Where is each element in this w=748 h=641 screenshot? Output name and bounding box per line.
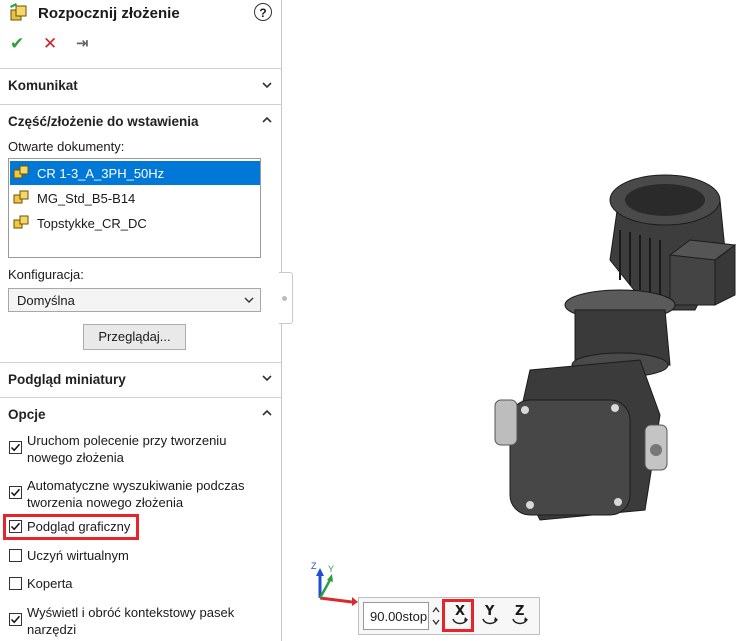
divider	[0, 397, 282, 398]
pump-head	[494, 359, 668, 521]
option-label: Podgląd graficzny	[27, 519, 131, 534]
checkmark-icon	[10, 615, 21, 624]
rotation-angle-input[interactable]: 90.00stopni	[363, 602, 429, 630]
option-label: Uruchom polecenie przy tworzeniu nowego …	[27, 433, 227, 465]
document-name: CR 1-3_A_3PH_50Hz	[37, 166, 165, 181]
document-name: MG_Std_B5-B14	[37, 191, 136, 206]
checkmark-icon	[10, 522, 21, 531]
divider	[0, 104, 282, 105]
assembly-icon	[13, 215, 29, 229]
configuration-value: Domyślna	[17, 293, 75, 308]
section-part-title[interactable]: Część/złożenie do wstawienia	[8, 114, 199, 129]
ok-button[interactable]: ✔	[10, 34, 24, 54]
coordinate-triad: Z Y	[311, 561, 358, 606]
rotate-x-button[interactable]: X	[442, 599, 474, 632]
option-checkbox[interactable]	[9, 613, 22, 626]
option-checkbox[interactable]	[9, 520, 22, 533]
option-checkbox[interactable]	[9, 549, 22, 562]
rotation-angle-value: 90.00stopni	[370, 609, 428, 624]
checkmark-icon	[10, 488, 21, 497]
help-icon[interactable]: ?	[254, 3, 272, 21]
panel-header: Rozpocznij złożenie ?	[6, 2, 276, 26]
section-options-title[interactable]: Opcje	[8, 407, 46, 422]
configuration-select[interactable]: Domyślna	[8, 288, 261, 312]
option-checkbox[interactable]	[9, 486, 22, 499]
list-item[interactable]: CR 1-3_A_3PH_50Hz	[10, 161, 260, 185]
open-documents-list: CR 1-3_A_3PH_50Hz MG_Std_B5-B14 Topstykk…	[8, 158, 261, 258]
model-preview	[494, 174, 737, 521]
grip-dot	[282, 296, 287, 301]
option-label: Automatyczne wyszukiwanie podczas tworze…	[27, 478, 245, 510]
chevron-up-icon[interactable]	[262, 408, 272, 418]
list-item[interactable]: MG_Std_B5-B14	[10, 186, 260, 210]
chevron-down-icon[interactable]	[262, 80, 272, 90]
triad-z-label: Z	[311, 561, 317, 571]
begin-assembly-icon	[10, 3, 27, 21]
page-title: Rozpocznij złożenie	[38, 5, 180, 22]
action-bar: ✔ ✕ ⇥	[8, 34, 128, 54]
rotate-arrow-icon	[512, 617, 528, 625]
open-documents-label: Otwarte dokumenty:	[8, 139, 125, 154]
configuration-label: Konfiguracja:	[8, 267, 84, 282]
section-thumbnail-title[interactable]: Podgląd miniatury	[8, 372, 126, 387]
option-label: Uczyń wirtualnym	[27, 548, 129, 563]
document-name: Topstykke_CR_DC	[37, 216, 147, 231]
rotate-toolbar: 90.00stopni X Y Z	[358, 597, 540, 635]
angle-spinner[interactable]	[430, 602, 442, 630]
option-checkbox[interactable]	[9, 577, 22, 590]
triad-y-label: Y	[328, 564, 334, 574]
property-manager: Rozpocznij złożenie ? ✔ ✕ ⇥ Komunikat Cz…	[0, 0, 282, 641]
assembly-icon	[13, 190, 29, 204]
section-message-title[interactable]: Komunikat	[8, 78, 78, 93]
option-checkbox[interactable]	[9, 441, 22, 454]
divider	[0, 68, 282, 69]
list-item[interactable]: Topstykke_CR_DC	[10, 211, 260, 235]
panel-collapse-handle[interactable]	[279, 272, 293, 324]
chevron-down-icon[interactable]	[262, 373, 272, 383]
pin-button[interactable]: ⇥	[76, 34, 89, 52]
rotate-arrow-icon	[452, 617, 468, 625]
chevron-down-icon	[244, 297, 254, 303]
option-label: Wyświetl i obróć kontekstowy pasek narzę…	[27, 605, 235, 637]
checkmark-icon	[10, 443, 21, 452]
rotate-y-button[interactable]: Y	[476, 602, 504, 630]
option-label: Koperta	[27, 576, 73, 591]
divider	[0, 362, 282, 363]
rotate-z-button[interactable]: Z	[506, 602, 534, 630]
chevron-up-icon[interactable]	[262, 115, 272, 125]
rotate-arrow-icon	[482, 617, 498, 625]
cancel-button[interactable]: ✕	[43, 34, 57, 54]
browse-button[interactable]: Przeglądaj...	[83, 324, 186, 350]
assembly-icon	[13, 165, 29, 179]
